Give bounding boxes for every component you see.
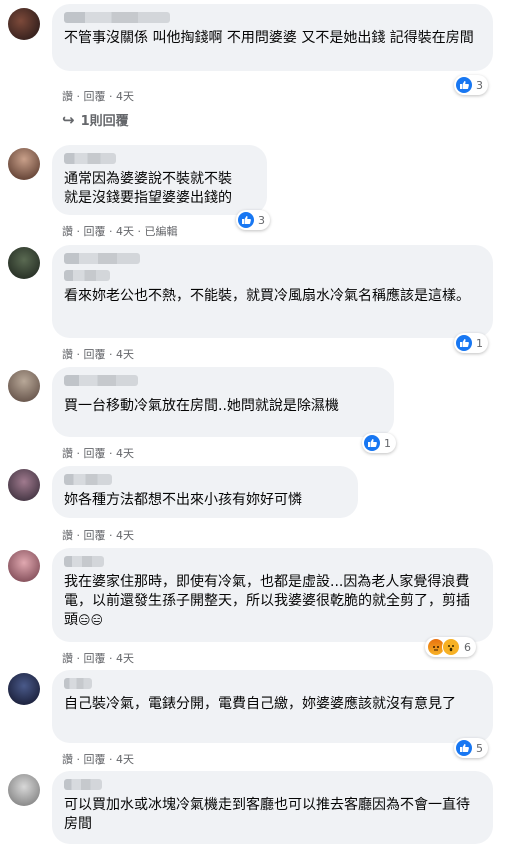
comment-bubble: 不管事沒關係 叫他掏錢啊 不用問婆婆 又不是她出錢 記得裝在房間 xyxy=(52,4,493,71)
comment-text: 我在婆家住那時，即使有冷氣，也都是虛設...因為老人家覺得浪費電，以前還發生孫子… xyxy=(64,573,481,630)
comment-actions: 讚 · 回覆 · 4天 xyxy=(62,90,134,103)
view-replies-link[interactable]: ↪ 1則回覆 xyxy=(62,110,129,130)
reply-button[interactable]: 回覆 xyxy=(84,447,106,460)
comment-text: 買一台移動冷氣放在房間..她問就說是除濕機 xyxy=(64,398,339,414)
commenter-name-blurred[interactable] xyxy=(64,375,138,386)
reaction-count: 3 xyxy=(476,78,483,92)
like-reaction-icon xyxy=(364,435,380,451)
like-button[interactable]: 讚 xyxy=(62,529,73,542)
avatar[interactable] xyxy=(8,550,40,582)
comment-actions: 讚 · 回覆 · 4天 xyxy=(62,652,134,665)
reply-arrow-icon: ↪ xyxy=(62,110,75,129)
avatar[interactable] xyxy=(8,148,40,180)
replies-count-label: 1則回覆 xyxy=(80,114,129,129)
timestamp[interactable]: 4天 xyxy=(116,652,134,665)
reaction-summary[interactable]: 6 xyxy=(425,637,476,657)
like-reaction-icon xyxy=(456,740,472,756)
like-reaction-icon xyxy=(456,77,472,93)
like-reaction-icon xyxy=(456,335,472,351)
comment-bubble: 妳各種方法都想不出來小孩有妳好可憐 xyxy=(52,466,358,518)
comment-text: 不管事沒關係 叫他掏錢啊 不用問婆婆 又不是她出錢 記得裝在房間 xyxy=(64,30,474,46)
comment-actions: 讚 · 回覆 · 4天 · 已編輯 xyxy=(62,225,178,238)
like-button[interactable]: 讚 xyxy=(62,447,73,460)
reaction-count: 6 xyxy=(464,640,471,654)
timestamp[interactable]: 4天 xyxy=(116,447,134,460)
commenter-name-blurred xyxy=(64,270,110,281)
avatar[interactable] xyxy=(8,370,40,402)
like-button[interactable]: 讚 xyxy=(62,90,73,103)
comment-text: 可以買加水或冰塊冷氣機走到客廳也可以推去客廳因為不會一直待房間 xyxy=(64,797,470,832)
like-button[interactable]: 讚 xyxy=(62,652,73,665)
reply-button[interactable]: 回覆 xyxy=(84,225,106,238)
comment-text-body: 我在婆家住那時，即使有冷氣，也都是虛設...因為老人家覺得浪費電，以前還發生孫子… xyxy=(64,574,470,628)
comment-actions: 讚 · 回覆 · 4天 xyxy=(62,447,134,460)
comment-actions: 讚 · 回覆 · 4天 xyxy=(62,753,134,766)
comment-text: 自己裝冷氣，電錶分開，電費自己繳，妳婆婆應該就沒有意見了 xyxy=(64,696,456,712)
reaction-summary[interactable]: 5 xyxy=(454,738,488,758)
timestamp[interactable]: 4天 xyxy=(116,225,134,238)
reply-button[interactable]: 回覆 xyxy=(84,348,106,361)
timestamp[interactable]: 4天 xyxy=(116,753,134,766)
reply-button[interactable]: 回覆 xyxy=(84,753,106,766)
like-button[interactable]: 讚 xyxy=(62,225,73,238)
comment-actions: 讚 · 回覆 · 4天 xyxy=(62,529,134,542)
timestamp[interactable]: 4天 xyxy=(116,348,134,361)
timestamp[interactable]: 4天 xyxy=(116,529,134,542)
like-button[interactable]: 讚 xyxy=(62,753,73,766)
reply-button[interactable]: 回覆 xyxy=(84,652,106,665)
wow-reaction-icon xyxy=(442,638,460,656)
reaction-count: 3 xyxy=(258,213,265,227)
avatar[interactable] xyxy=(8,469,40,501)
expressionless-emoji: 😑😑 xyxy=(78,613,104,627)
comment-text: 看來妳老公也不熱，不能裝，就買冷風扇水冷氣名稱應該是這樣。 xyxy=(64,288,470,304)
like-button[interactable]: 讚 xyxy=(62,348,73,361)
avatar[interactable] xyxy=(8,774,40,806)
comment-bubble: 可以買加水或冰塊冷氣機走到客廳也可以推去客廳因為不會一直待房間 xyxy=(52,771,493,844)
reaction-count: 1 xyxy=(384,436,391,450)
like-reaction-icon xyxy=(238,212,254,228)
reaction-summary[interactable]: 3 xyxy=(236,210,270,230)
reaction-count: 1 xyxy=(476,336,483,350)
comment-bubble: 我在婆家住那時，即使有冷氣，也都是虛設...因為老人家覺得浪費電，以前還發生孫子… xyxy=(52,548,493,642)
avatar[interactable] xyxy=(8,8,40,40)
timestamp[interactable]: 4天 xyxy=(116,90,134,103)
reply-button[interactable]: 回覆 xyxy=(84,90,106,103)
comment-bubble: 自己裝冷氣，電錶分開，電費自己繳，妳婆婆應該就沒有意見了 xyxy=(52,670,493,743)
comment-text: 妳各種方法都想不出來小孩有妳好可憐 xyxy=(64,492,302,508)
comment-text: 通常因為婆婆說不裝就不裝 就是沒錢要指望婆婆出錢的 xyxy=(64,171,232,206)
commenter-name-blurred[interactable] xyxy=(64,153,116,164)
comment-bubble: 通常因為婆婆說不裝就不裝 就是沒錢要指望婆婆出錢的 xyxy=(52,145,267,215)
comment-bubble: 看來妳老公也不熱，不能裝，就買冷風扇水冷氣名稱應該是這樣。 xyxy=(52,245,493,338)
reaction-summary[interactable]: 1 xyxy=(362,433,396,453)
commenter-name-blurred[interactable] xyxy=(64,779,102,790)
commenter-name-blurred[interactable] xyxy=(64,474,112,485)
reaction-count: 5 xyxy=(476,741,483,755)
commenter-name-blurred[interactable] xyxy=(64,253,140,264)
commenter-name-blurred[interactable] xyxy=(64,678,92,689)
commenter-name-blurred[interactable] xyxy=(64,556,104,567)
comment-actions: 讚 · 回覆 · 4天 xyxy=(62,348,134,361)
avatar[interactable] xyxy=(8,247,40,279)
reaction-summary[interactable]: 1 xyxy=(454,333,488,353)
edited-label[interactable]: 已編輯 xyxy=(145,225,178,238)
avatar[interactable] xyxy=(8,673,40,705)
commenter-name-blurred[interactable] xyxy=(64,12,170,23)
reaction-summary[interactable]: 3 xyxy=(454,75,488,95)
reply-button[interactable]: 回覆 xyxy=(84,529,106,542)
comment-bubble: 買一台移動冷氣放在房間..她問就說是除濕機 xyxy=(52,367,394,437)
